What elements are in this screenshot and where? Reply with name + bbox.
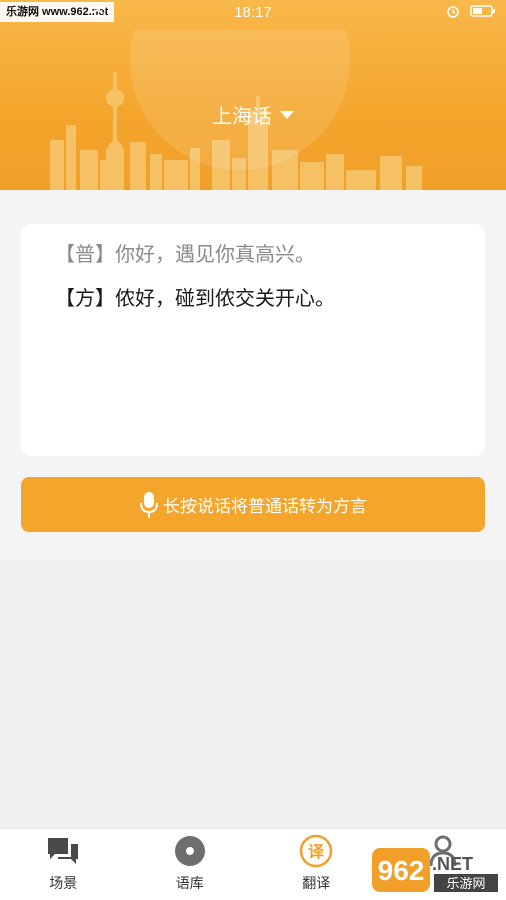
status-bar: 乐游网 www.962.net 18:17 bbox=[0, 0, 506, 26]
translation-area: 【普】你好，遇见你真高兴。 【方】侬好，碰到侬交关开心。 长按说话将普通话转为方… bbox=[0, 190, 506, 560]
alarm-icon bbox=[447, 6, 459, 18]
svg-text:乐游网: 乐游网 bbox=[446, 877, 485, 892]
svg-text:962: 962 bbox=[378, 855, 425, 886]
dialect-label: 上海话 bbox=[212, 104, 272, 128]
battery-icon bbox=[470, 5, 495, 17]
nav-library[interactable]: 语库 bbox=[127, 829, 254, 900]
translation-card: 【普】你好，遇见你真高兴。 【方】侬好，碰到侬交关开心。 bbox=[21, 224, 485, 456]
putonghua-sentence: 【普】你好，遇见你真高兴。 bbox=[55, 242, 315, 266]
clock: 18:17 bbox=[234, 4, 272, 21]
dialect-selector[interactable]: 上海话 bbox=[0, 100, 506, 129]
nav-scenes-label: 场景 bbox=[49, 876, 78, 892]
site-watermark-logo: 962 .NET 乐游网 bbox=[372, 848, 498, 892]
svg-text:.NET: .NET bbox=[432, 854, 473, 874]
disc-icon bbox=[173, 835, 207, 867]
nav-library-label: 语库 bbox=[175, 876, 204, 892]
hold-to-speak-button[interactable]: 长按说话将普通话转为方言 bbox=[21, 477, 485, 532]
nav-scenes[interactable]: 场景 bbox=[0, 829, 127, 900]
chat-bubbles-icon bbox=[46, 835, 80, 867]
translate-icon: 译 bbox=[299, 834, 333, 868]
dialect-sentence: 【方】侬好，碰到侬交关开心。 bbox=[55, 286, 335, 310]
hold-to-speak-label: 长按说话将普通话转为方言 bbox=[163, 497, 367, 517]
nav-translate-label: 翻译 bbox=[302, 876, 331, 892]
microphone-icon bbox=[139, 490, 159, 520]
chevron-down-icon bbox=[280, 110, 294, 119]
nav-translate[interactable]: 译 翻译 bbox=[253, 829, 380, 900]
svg-text:译: 译 bbox=[308, 842, 325, 861]
header: 乐游网 www.962.net 18:17 上海话 bbox=[0, 0, 506, 190]
